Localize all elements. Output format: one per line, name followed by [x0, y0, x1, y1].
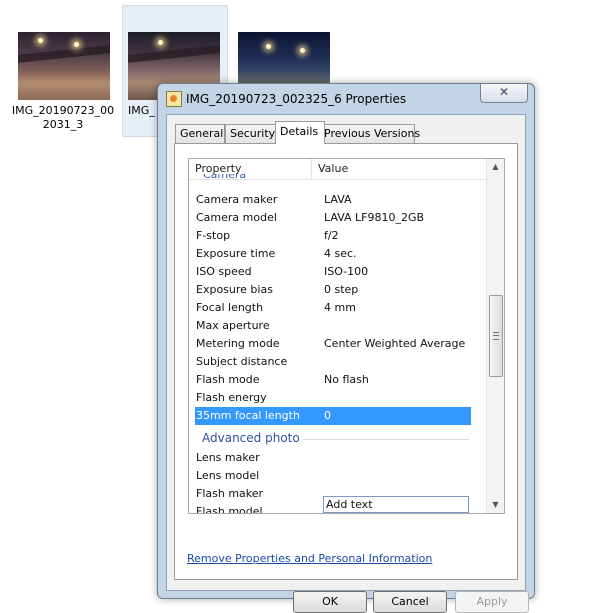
tab-security[interactable]: Security — [225, 124, 277, 143]
list-item[interactable]: Flash mode No flash — [195, 371, 471, 389]
property-name: Flash energy — [196, 391, 267, 404]
scroll-down-button[interactable]: ▼ — [487, 497, 504, 513]
details-tab-page: Property Value Camera Camera maker LAVA C… — [174, 143, 518, 580]
list-item[interactable]: Exposure bias 0 step — [195, 281, 471, 299]
list-item[interactable]: F-stop f/2 — [195, 227, 471, 245]
property-name: Lens maker — [196, 451, 260, 464]
list-item[interactable]: Lens model — [195, 467, 471, 485]
property-value: f/2 — [324, 229, 339, 242]
property-name: Camera maker — [196, 193, 278, 206]
property-name: Flash model — [196, 505, 263, 514]
scroll-up-button[interactable]: ▲ — [487, 159, 504, 175]
property-name: F-stop — [196, 229, 231, 242]
thumbnail-label: IMG_20190723_00 2031_3 — [11, 104, 115, 131]
property-name: Subject distance — [196, 355, 288, 368]
property-name: Exposure bias — [196, 283, 273, 296]
column-header-value[interactable]: Value — [312, 159, 488, 179]
property-name: Flash maker — [196, 487, 264, 500]
dialog-titlebar[interactable]: IMG_20190723_002325_6 Properties ✕ — [158, 84, 534, 112]
group-divider — [302, 439, 469, 440]
property-value: ISO-100 — [324, 265, 369, 278]
dialog-title: IMG_20190723_002325_6 Properties — [186, 92, 407, 106]
list-item[interactable]: Flash model — [195, 503, 471, 514]
dialog-client-area: General Security Details Previous Versio… — [166, 114, 529, 613]
remove-properties-link[interactable]: Remove Properties and Personal Informati… — [187, 552, 432, 565]
list-item[interactable]: Camera maker LAVA — [195, 191, 471, 209]
group-title-advanced-photo: Advanced photo — [202, 431, 300, 445]
list-item[interactable]: Metering mode Center Weighted Average — [195, 335, 471, 353]
property-value: No flash — [324, 373, 369, 386]
list-item[interactable]: Focal length 4 mm — [195, 299, 471, 317]
photo-thumbnail-image — [18, 32, 110, 100]
property-name: Flash mode — [196, 373, 260, 386]
property-value: 4 mm — [324, 301, 356, 314]
close-icon: ✕ — [498, 85, 510, 99]
property-value: 0 step — [324, 283, 359, 296]
cancel-button[interactable]: Cancel — [373, 591, 447, 613]
list-item[interactable]: Flash energy — [195, 389, 471, 407]
list-item-selected[interactable]: 35mm focal length 0 — [195, 407, 471, 425]
scroll-up-icon: ▲ — [492, 162, 499, 171]
tab-general[interactable]: General — [175, 124, 225, 143]
list-item[interactable]: Lens maker — [195, 449, 471, 467]
tab-previous-versions[interactable]: Previous Versions — [319, 124, 420, 143]
property-value: Center Weighted Average — [324, 337, 466, 350]
vertical-scrollbar[interactable]: ▲ ▼ — [486, 159, 504, 513]
property-name: Lens model — [196, 469, 260, 482]
group-title-camera: Camera — [203, 174, 247, 181]
list-item[interactable]: Exposure time 4 sec. — [195, 245, 471, 263]
ok-button[interactable]: OK — [293, 591, 367, 613]
property-name: Metering mode — [196, 337, 280, 350]
property-name: Camera model — [196, 211, 277, 224]
property-value: LAVA — [324, 193, 352, 206]
apply-button[interactable]: Apply — [455, 591, 529, 613]
list-item[interactable]: ISO speed ISO-100 — [195, 263, 471, 281]
property-list[interactable]: Property Value Camera Camera maker LAVA C… — [188, 158, 505, 514]
tab-details[interactable]: Details — [275, 121, 325, 144]
property-name: ISO speed — [196, 265, 252, 278]
image-file-icon — [166, 91, 182, 107]
grip-icon — [493, 332, 499, 340]
property-name: Max aperture — [196, 319, 270, 332]
property-value: LAVA LF9810_2GB — [324, 211, 425, 224]
property-name: Focal length — [196, 301, 264, 314]
list-item[interactable]: Max aperture — [195, 317, 471, 335]
scrollbar-thumb[interactable] — [489, 295, 503, 377]
scroll-down-icon: ▼ — [492, 500, 499, 509]
list-item[interactable]: Camera model LAVA LF9810_2GB — [195, 209, 471, 227]
property-value: 0 — [324, 409, 331, 422]
list-item[interactable]: Subject distance — [195, 353, 471, 371]
property-name: Exposure time — [196, 247, 276, 260]
property-name: 35mm focal length — [196, 409, 300, 422]
close-button[interactable]: ✕ — [480, 84, 528, 103]
properties-dialog: IMG_20190723_002325_6 Properties ✕ Gener… — [157, 83, 535, 613]
property-value: 4 sec. — [324, 247, 357, 260]
